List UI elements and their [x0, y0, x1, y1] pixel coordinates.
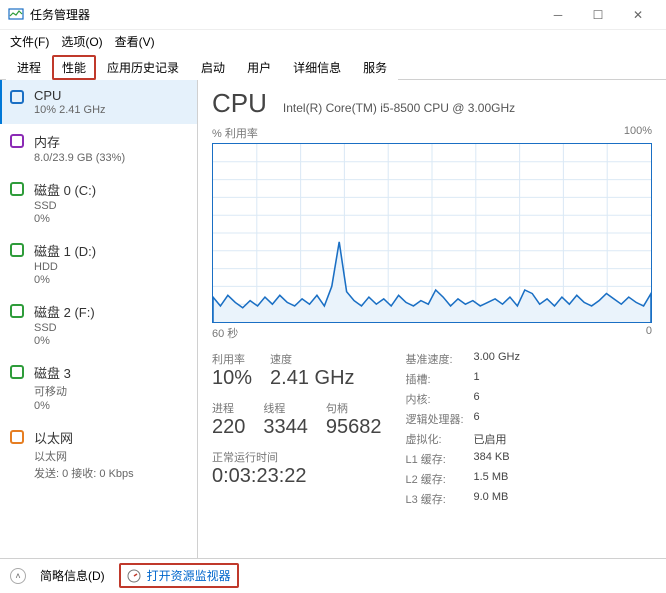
tab-services[interactable]: 服务 — [352, 54, 398, 80]
chart-label-tr: 100% — [624, 125, 652, 141]
maximize-button[interactable]: ☐ — [578, 0, 618, 30]
utilization-value: 10% — [212, 367, 252, 390]
cpu-icon — [10, 90, 24, 104]
chevron-up-icon[interactable]: ˄ — [10, 568, 26, 584]
fewer-details-link[interactable]: 简略信息(D) — [40, 567, 105, 584]
app-icon — [8, 7, 24, 23]
handles-value: 95682 — [326, 416, 382, 439]
utilization-chart — [212, 143, 652, 323]
sidebar-cpu-name: CPU — [34, 88, 106, 103]
sidebar-disk0-name: 磁盘 0 (C:) — [34, 180, 96, 199]
processes-value: 220 — [212, 416, 245, 439]
disk-icon — [10, 365, 24, 379]
chart-label-br: 0 — [646, 325, 652, 341]
speed-value: 2.41 GHz — [270, 367, 354, 390]
resource-monitor-icon — [127, 569, 141, 583]
content: CPU10% 2.41 GHz 内存8.0/23.9 GB (33%) 磁盘 0… — [0, 80, 666, 558]
sidebar-cpu-sub: 10% 2.41 GHz — [34, 104, 106, 116]
tab-processes[interactable]: 进程 — [6, 54, 52, 80]
main-panel: CPU Intel(R) Core(TM) i5-8500 CPU @ 3.00… — [198, 80, 666, 558]
sidebar-mem-sub: 8.0/23.9 GB (33%) — [34, 152, 125, 164]
sidebar-item-disk1[interactable]: 磁盘 1 (D:)HDD0% — [0, 233, 197, 294]
memory-icon — [10, 134, 24, 148]
chart-label-tl: % 利用率 — [212, 125, 258, 141]
sidebar-item-ethernet[interactable]: 以太网以太网发送: 0 接收: 0 Kbps — [0, 420, 197, 489]
title-bar: 任务管理器 ─ ☐ ✕ — [0, 0, 666, 30]
tab-details[interactable]: 详细信息 — [282, 54, 352, 80]
sidebar-item-disk0[interactable]: 磁盘 0 (C:)SSD0% — [0, 172, 197, 233]
open-resource-monitor-link[interactable]: 打开资源监视器 — [119, 563, 239, 588]
base-speed: 3.00 GHz — [474, 351, 534, 367]
tab-startup[interactable]: 启动 — [190, 54, 236, 80]
sidebar-mem-name: 内存 — [34, 132, 125, 151]
ethernet-icon — [10, 430, 24, 444]
sidebar-item-disk2[interactable]: 磁盘 2 (F:)SSD0% — [0, 294, 197, 355]
sidebar-item-disk3[interactable]: 磁盘 3可移动0% — [0, 355, 197, 420]
sidebar-item-memory[interactable]: 内存8.0/23.9 GB (33%) — [0, 124, 197, 172]
close-button[interactable]: ✕ — [618, 0, 658, 30]
tab-strip: 进程 性能 应用历史记录 启动 用户 详细信息 服务 — [0, 52, 666, 80]
page-title: CPU — [212, 88, 267, 119]
sidebar-item-cpu[interactable]: CPU10% 2.41 GHz — [0, 80, 197, 124]
threads-value: 3344 — [263, 416, 308, 439]
cpu-description: Intel(R) Core(TM) i5-8500 CPU @ 3.00GHz — [283, 101, 515, 115]
tab-app-history[interactable]: 应用历史记录 — [96, 54, 190, 80]
status-bar: ˄ 简略信息(D) 打开资源监视器 — [0, 558, 666, 592]
uptime-value: 0:03:23:22 — [212, 465, 382, 488]
chart-label-bl: 60 秒 — [212, 325, 238, 341]
disk-icon — [10, 304, 24, 318]
sidebar: CPU10% 2.41 GHz 内存8.0/23.9 GB (33%) 磁盘 0… — [0, 80, 198, 558]
tab-users[interactable]: 用户 — [236, 54, 282, 80]
menu-bar: 文件(F) 选项(O) 查看(V) — [0, 30, 666, 52]
menu-file[interactable]: 文件(F) — [6, 31, 53, 52]
disk-icon — [10, 182, 24, 196]
disk-icon — [10, 243, 24, 257]
tab-performance[interactable]: 性能 — [52, 55, 96, 80]
window-title: 任务管理器 — [30, 6, 538, 23]
menu-view[interactable]: 查看(V) — [111, 31, 159, 52]
minimize-button[interactable]: ─ — [538, 0, 578, 30]
menu-options[interactable]: 选项(O) — [57, 31, 106, 52]
